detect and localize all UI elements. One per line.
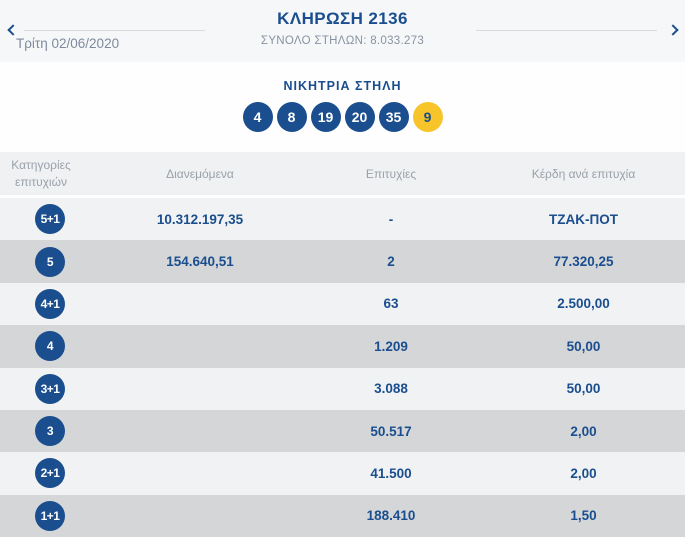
draw-date: Τρίτη 02/06/2020 [16,36,120,51]
divider-line-left [24,30,205,31]
category-badge: 4 [35,331,65,362]
column-header-prize: Κέρδη ανά επιτυχία [531,166,636,181]
category-badge: 2+1 [35,458,65,489]
winning-number-ball: 8 [276,102,307,132]
table-row: 5 154.640,51 2 77.320,25 [0,240,685,283]
winners-value: 50.517 [370,423,412,439]
column-header-distributed: Διανεμόμενα [166,166,234,181]
table-row: 3 50.517 2,00 [0,409,685,453]
winning-numbers: 4 8 19 20 35 9 [0,102,685,132]
table-row: 4+1 63 2.500,00 [0,282,685,326]
winning-column-section: ΝΙΚΗΤΡΙΑ ΣΤΗΛΗ 4 8 19 20 35 9 [0,62,685,152]
winners-value: 41.500 [370,465,412,481]
winning-number-ball: 35 [378,102,409,132]
next-draw-button[interactable] [665,21,683,39]
table-row: 2+1 41.500 2,00 [0,452,685,495]
joker-number-ball: 9 [412,102,443,132]
divider-line-right [476,30,657,31]
winning-column-label: ΝΙΚΗΤΡΙΑ ΣΤΗΛΗ [283,79,402,93]
distributed-value: 154.640,51 [166,254,234,270]
prize-value: 2.500,00 [557,296,610,312]
draw-navigation-bar: ΚΛΗΡΩΣΗ 2136 ΣΥΝΟΛΟ ΣΤΗΛΩΝ: 8.033.273 Τρ… [0,0,685,62]
winning-number-ball: 4 [242,102,273,132]
winning-number-ball: 20 [344,102,375,132]
category-badge: 3+1 [35,373,65,404]
prize-value: 2,00 [570,423,597,439]
category-badge: 5 [35,246,65,277]
winners-value: 3.088 [374,381,408,397]
table-row: 1+1 188.410 1,50 [0,494,685,537]
category-badge: 1+1 [35,500,65,531]
winning-number-ball: 19 [310,102,341,132]
winners-value: - [388,211,394,227]
prize-value: ΤΖΑΚ-ΠΟΤ [549,211,618,227]
table-row: 3+1 3.088 50,00 [0,367,685,410]
category-badge: 5+1 [35,204,65,235]
joker-draw-results-panel: ΚΛΗΡΩΣΗ 2136 ΣΥΝΟΛΟ ΣΤΗΛΩΝ: 8.033.273 Τρ… [0,0,685,539]
winners-value: 188.410 [366,508,416,524]
draw-title: ΚΛΗΡΩΣΗ 2136 [277,9,408,28]
table-row: 4 1.209 50,00 [0,325,685,368]
table-row: 5+1 10.312.197,35 - ΤΖΑΚ-ΠΟΤ [0,198,685,241]
category-badge: 3 [35,416,65,447]
category-badge: 4+1 [35,288,65,319]
column-header-winners: Επιτυχίες [365,166,417,181]
results-table-header: Κατηγορίες επιτυχιών Διανεμόμενα Επιτυχί… [0,152,685,195]
prize-value: 50,00 [566,381,601,397]
winners-value: 63 [383,296,399,312]
prize-value: 1,50 [570,508,597,524]
winners-value: 1.209 [374,338,408,354]
distributed-value: 10.312.197,35 [156,211,244,227]
winners-value: 2 [387,254,395,270]
column-header-categories: Κατηγορίες επιτυχιών [11,158,71,189]
results-table-body: 5+1 10.312.197,35 - ΤΖΑΚ-ΠΟΤ 5 154.640,5… [0,198,685,537]
prize-value: 2,00 [570,465,597,481]
prize-value: 50,00 [566,338,601,354]
prize-value: 77.320,25 [553,254,614,270]
chevron-right-icon [666,24,679,36]
